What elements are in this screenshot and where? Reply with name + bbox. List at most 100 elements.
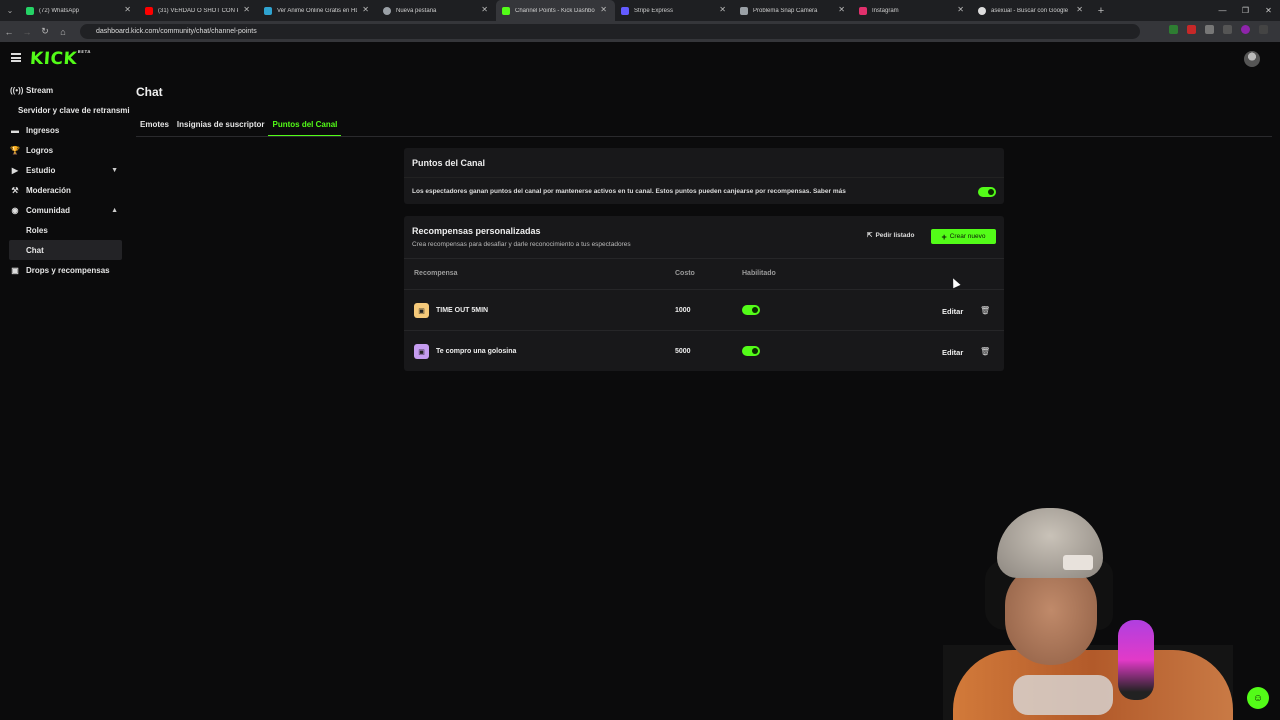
tabs-divider bbox=[136, 136, 1272, 137]
rewards-title: Recompensas personalizadas bbox=[412, 226, 541, 236]
reward-ticket-icon: ▣ bbox=[414, 344, 429, 359]
close-tab-icon[interactable]: ✕ bbox=[957, 5, 964, 14]
close-tab-icon[interactable]: ✕ bbox=[481, 5, 488, 14]
column-header-cost: Costo bbox=[675, 270, 695, 277]
chevron-up-icon: ▲ bbox=[111, 206, 118, 214]
close-tab-icon[interactable]: ✕ bbox=[1076, 5, 1083, 14]
sidebar-item-chat[interactable]: Chat bbox=[9, 240, 122, 260]
browser-tab[interactable]: (31) VERDAD O SHOT CON PAU✕ bbox=[139, 0, 258, 21]
app-header: KICKBETA bbox=[0, 42, 1280, 76]
browser-tab-active[interactable]: Channel Points - Kick Dashboard ✕ bbox=[496, 0, 615, 21]
link-icon[interactable] bbox=[1223, 25, 1232, 34]
sidebar-item-stream[interactable]: ((•)) Stream bbox=[0, 80, 130, 100]
record-extension-icon[interactable] bbox=[1187, 25, 1196, 34]
channel-points-toggle[interactable] bbox=[978, 187, 996, 197]
tab-search-icon[interactable]: ⌄ bbox=[0, 0, 20, 21]
page-title: Chat bbox=[136, 85, 163, 99]
webcam-microphone bbox=[1118, 620, 1154, 700]
sidebar-item-estudio[interactable]: ▶ Estudio ▼ bbox=[0, 160, 130, 180]
column-header-reward: Recompensa bbox=[414, 270, 458, 277]
reward-enabled-toggle[interactable] bbox=[742, 305, 760, 315]
browser-tab[interactable]: Problema Snap Camera ✕ bbox=[734, 0, 853, 21]
reward-cost: 5000 bbox=[675, 348, 691, 355]
forward-arrow-icon[interactable]: → bbox=[18, 27, 36, 37]
sidebar-item-roles[interactable]: Roles bbox=[0, 220, 130, 240]
custom-rewards-card: Recompensas personalizadas Crea recompen… bbox=[404, 216, 1004, 371]
shield-extension-icon[interactable] bbox=[1169, 25, 1178, 34]
close-tab-icon[interactable]: ✕ bbox=[124, 5, 131, 14]
sidebar-item-ingresos[interactable]: ▬ Ingresos bbox=[0, 120, 130, 140]
whatsapp-favicon-icon bbox=[26, 6, 34, 15]
profile-icon[interactable] bbox=[1241, 25, 1250, 34]
close-tab-icon[interactable]: ✕ bbox=[362, 5, 369, 14]
close-tab-icon[interactable]: ✕ bbox=[838, 5, 845, 14]
kick-favicon-icon bbox=[502, 6, 510, 15]
beta-label: BETA bbox=[77, 49, 92, 54]
plus-icon: + bbox=[941, 231, 947, 242]
stripe-favicon-icon bbox=[621, 6, 629, 15]
edit-button[interactable]: Editar bbox=[942, 307, 963, 316]
sidebar-item-comunidad[interactable]: ◉ Comunidad ▲ bbox=[0, 200, 130, 220]
menu-dots-icon[interactable] bbox=[1259, 25, 1268, 34]
community-icon: ◉ bbox=[11, 205, 19, 215]
trash-icon[interactable]: 🗑 bbox=[980, 306, 990, 315]
browser-tab[interactable]: Instagram ✕ bbox=[853, 0, 972, 21]
close-tab-icon[interactable]: ✕ bbox=[600, 5, 607, 14]
webcam-person-face bbox=[1005, 565, 1097, 665]
browser-tab[interactable]: Ver Anime Online Gratis en HD ✕ bbox=[258, 0, 377, 21]
trash-icon[interactable]: 🗑 bbox=[980, 347, 990, 356]
sidebar-item-moderacion[interactable]: ⚒ Moderación bbox=[0, 180, 130, 200]
extensions-area bbox=[1169, 25, 1268, 34]
minimize-icon[interactable]: — bbox=[1211, 0, 1234, 21]
kick-logo[interactable]: KICKBETA bbox=[29, 49, 91, 69]
sidebar-item-logros[interactable]: 🏆 Logros bbox=[0, 140, 130, 160]
new-tab-plus-icon[interactable]: + bbox=[1091, 5, 1111, 17]
tab-insignias[interactable]: Insignias de suscriptor bbox=[173, 116, 269, 137]
divider bbox=[404, 258, 1004, 259]
anime-favicon-icon bbox=[264, 6, 272, 15]
wallet-icon: ▬ bbox=[11, 125, 19, 135]
gift-icon: ▣ bbox=[11, 265, 19, 275]
request-list-button[interactable]: ⇱ Pedir listado bbox=[867, 231, 914, 240]
home-icon[interactable]: ⌂ bbox=[54, 27, 72, 37]
broadcast-icon: ((•)) bbox=[10, 85, 24, 95]
close-tab-icon[interactable]: ✕ bbox=[719, 5, 726, 14]
reward-name: Te compro una golosina bbox=[436, 348, 517, 355]
address-bar[interactable]: dashboard.kick.com/community/chat/channe… bbox=[80, 24, 1140, 39]
sidebar-item-drops[interactable]: ▣ Drops y recompensas bbox=[0, 260, 130, 280]
webcam-person-hand bbox=[1013, 675, 1113, 715]
webcam-person-cap-logo bbox=[1063, 555, 1093, 570]
back-arrow-icon[interactable]: ← bbox=[0, 27, 18, 37]
snap-favicon-icon bbox=[740, 6, 748, 15]
reward-name: TIME OUT 5MIN bbox=[436, 307, 489, 314]
tab-puntos-del-canal[interactable]: Puntos del Canal bbox=[268, 116, 342, 137]
table-row: ▣ TIME OUT 5MIN 1000 Editar 🗑 bbox=[404, 289, 1004, 330]
channel-points-title: Puntos del Canal bbox=[412, 158, 486, 168]
new-tab-favicon-icon bbox=[383, 6, 391, 15]
close-tab-icon[interactable]: ✕ bbox=[243, 5, 250, 14]
reward-cost: 1000 bbox=[675, 307, 691, 314]
reload-icon[interactable]: ↻ bbox=[36, 26, 54, 37]
edit-button[interactable]: Editar bbox=[942, 348, 963, 357]
tab-emotes[interactable]: Emotes bbox=[136, 116, 173, 137]
channel-points-description: Los espectadores ganan puntos del canal … bbox=[412, 188, 846, 195]
browser-tab[interactable]: asexual - Buscar con Google ✕ bbox=[972, 0, 1091, 21]
help-chat-icon[interactable]: ☺ bbox=[1247, 687, 1269, 709]
hamburger-menu-icon[interactable] bbox=[11, 53, 21, 62]
browser-tab[interactable]: Nueva pestaña ✕ bbox=[377, 0, 496, 21]
browser-toolbar: ← → ↻ ⌂ dashboard.kick.com/community/cha… bbox=[0, 21, 1280, 42]
reward-enabled-toggle[interactable] bbox=[742, 346, 760, 356]
close-window-icon[interactable]: ✕ bbox=[1257, 0, 1280, 21]
channel-points-card: Puntos del Canal Los espectadores ganan … bbox=[404, 148, 1004, 204]
create-new-button[interactable]: + Crear nuevo bbox=[931, 229, 996, 244]
puzzle-extension-icon[interactable] bbox=[1205, 25, 1214, 34]
sidebar-item-server-key[interactable]: Servidor y clave de retransmisión bbox=[0, 100, 130, 120]
google-favicon-icon bbox=[978, 6, 986, 15]
browser-tab[interactable]: Stripe Express ✕ bbox=[615, 0, 734, 21]
restore-icon[interactable]: ❐ bbox=[1234, 0, 1257, 21]
rewards-subtitle: Crea recompensas para desafiar y darle r… bbox=[412, 241, 631, 248]
url-text: dashboard.kick.com/community/chat/channe… bbox=[96, 28, 257, 35]
reward-ticket-icon: ▣ bbox=[414, 303, 429, 318]
user-avatar[interactable] bbox=[1244, 51, 1260, 67]
browser-tab[interactable]: (72) WhatsApp ✕ bbox=[20, 0, 139, 21]
